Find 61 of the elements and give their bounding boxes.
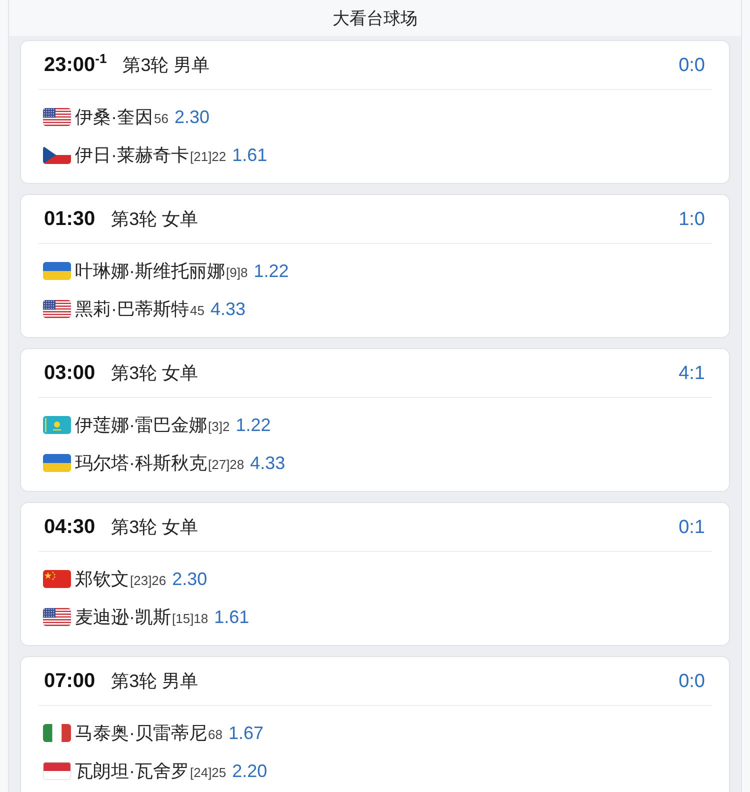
betting-odds: 2.20 bbox=[232, 762, 268, 780]
match-score: 0:0 bbox=[678, 672, 705, 690]
us-flag-icon bbox=[43, 300, 71, 318]
player-name: 叶琳娜·斯维托丽娜 bbox=[75, 262, 225, 280]
betting-odds: 4.33 bbox=[210, 300, 246, 318]
player-ranking: [27]28 bbox=[208, 458, 244, 471]
match-score: 0:1 bbox=[678, 518, 705, 536]
us-flag-icon bbox=[43, 608, 71, 626]
china-flag-icon bbox=[43, 570, 71, 588]
betting-odds: 1.67 bbox=[228, 724, 264, 742]
match-time: 07:00 bbox=[44, 671, 96, 691]
ukraine-flag-icon bbox=[43, 262, 71, 280]
match-card[interactable]: 07:00 第3轮 男单 0:0 马泰奥·贝雷蒂尼68 1.67 瓦朗坦·瓦舍罗[24]25 2.20 bbox=[20, 656, 730, 792]
match-score: 1:0 bbox=[678, 210, 705, 228]
player-name: 伊莲娜·雷巴金娜 bbox=[75, 416, 207, 434]
venue-title: 大看台球场 bbox=[332, 10, 418, 26]
betting-odds: 1.22 bbox=[254, 262, 289, 280]
player-name: 麦迪逊·凯斯 bbox=[75, 608, 171, 626]
match-score: 0:0 bbox=[678, 56, 705, 74]
match-card[interactable]: 03:00 第3轮 女单 4:1 伊莲娜·雷巴金娜[3]2 1.22 玛尔塔·科斯秋克[27]28 4.33 bbox=[20, 348, 730, 492]
betting-odds: 1.61 bbox=[214, 608, 250, 626]
match-time: 04:30 bbox=[44, 517, 96, 537]
player-name: 郑钦文 bbox=[75, 570, 129, 588]
match-round: 第3轮 女单 bbox=[111, 518, 198, 536]
betting-odds: 2.30 bbox=[174, 108, 210, 126]
kazakhstan-flag-icon bbox=[43, 416, 71, 434]
match-time: 23:00$^{-1}$ bbox=[44, 55, 107, 75]
match-score: 4:1 bbox=[678, 364, 705, 382]
czech-flag-icon bbox=[43, 146, 71, 164]
match-card[interactable]: 23:00$^{-1}$ 第3轮 男单 0:0 伊桑·奎因 56 2.30 伊日·莱赫奇卡[21]22 1.61 bbox=[20, 40, 730, 184]
player-ranking: 68 bbox=[208, 728, 222, 741]
player-name: 瓦朗坦·瓦舍罗 bbox=[75, 762, 189, 780]
player-name: 伊桑·奎因 bbox=[75, 108, 153, 126]
player-name: 黑莉·巴蒂斯特 bbox=[75, 300, 189, 318]
betting-odds: 1.61 bbox=[232, 146, 268, 164]
player-ranking: [24]25 bbox=[190, 766, 226, 779]
player-ranking: [9]8 bbox=[226, 266, 248, 279]
player-ranking: [23]26 bbox=[130, 574, 166, 587]
match-round: 第3轮 男单 bbox=[122, 56, 210, 74]
player-name: 伊日·莱赫奇卡 bbox=[75, 146, 189, 164]
match-round: 第3轮 女单 bbox=[111, 364, 198, 382]
match-card[interactable]: 04:30 第3轮 女单 0:1 郑钦文[23]26 2.30 麦迪逊·凯斯[15]18 1.61 bbox=[20, 502, 730, 646]
match-time: 03:00 bbox=[44, 363, 96, 383]
match-round: 第3轮 女单 bbox=[111, 210, 198, 228]
us-flag-icon bbox=[43, 108, 71, 126]
betting-odds: 1.22 bbox=[236, 416, 271, 434]
player-name: 玛尔塔·科斯秋克 bbox=[75, 454, 207, 472]
player-ranking: 45 bbox=[190, 304, 204, 317]
player-ranking: 56 bbox=[154, 112, 168, 125]
player-ranking: [3]2 bbox=[208, 420, 230, 433]
player-ranking: [21]22 bbox=[190, 150, 226, 163]
player-name: 马泰奥·贝雷蒂尼 bbox=[75, 724, 207, 742]
betting-odds: 4.33 bbox=[250, 454, 286, 472]
italy-flag-icon bbox=[43, 724, 71, 742]
match-round: 第3轮 男单 bbox=[111, 672, 198, 690]
match-time: 01:30 bbox=[44, 209, 96, 229]
player-ranking: [15]18 bbox=[172, 612, 208, 625]
betting-odds: 2.30 bbox=[172, 570, 208, 588]
monaco-flag-icon bbox=[43, 762, 71, 780]
match-card[interactable]: 01:30 第3轮 女单 1:0 叶琳娜·斯维托丽娜[9]8 1.22 黑莉·巴蒂斯特45 4.33 bbox=[20, 194, 730, 338]
ukraine-flag-icon bbox=[43, 454, 71, 472]
